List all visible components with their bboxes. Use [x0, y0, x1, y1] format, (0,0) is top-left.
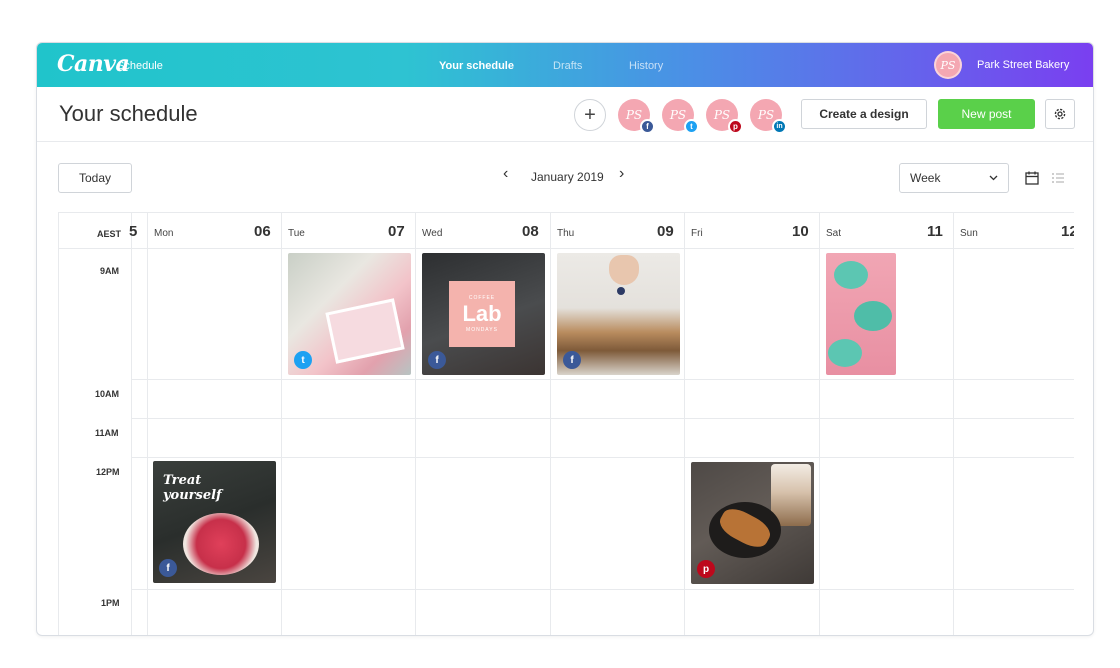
day-number-sat: 11 — [927, 223, 943, 240]
calendar-view-toggle[interactable] — [1019, 163, 1045, 193]
day-divider — [819, 213, 820, 635]
timezone-label: AEST — [97, 229, 122, 239]
day-number-mon: 06 — [254, 223, 271, 240]
day-number-partial: 5 — [129, 223, 138, 240]
time-label-12pm: 12PM — [96, 467, 120, 477]
new-post-button[interactable]: New post — [938, 99, 1035, 129]
time-label-11am: 11AM — [95, 428, 119, 438]
social-account-pinterest[interactable]: PS p — [706, 99, 743, 134]
day-divider — [684, 213, 685, 635]
nav-your-schedule[interactable]: Your schedule — [439, 60, 514, 72]
page-title: Your schedule — [59, 101, 198, 126]
list-icon — [1052, 173, 1064, 183]
post-graphic-text: Lab — [462, 301, 502, 326]
hour-divider — [131, 418, 1074, 419]
donut-image — [854, 301, 892, 331]
hour-divider — [131, 379, 1074, 380]
pinterest-icon: p — [697, 560, 715, 578]
time-label-1pm: 1PM — [101, 598, 120, 608]
gear-icon — [1054, 108, 1066, 120]
create-design-button[interactable]: Create a design — [801, 99, 927, 129]
facebook-icon: f — [159, 559, 177, 577]
hour-divider — [131, 589, 1074, 590]
app-window: Canva Schedule Your schedule Drafts Hist… — [36, 42, 1094, 636]
scheduled-post[interactable]: Treat yourself f — [153, 461, 276, 583]
day-name-wed: Wed — [422, 228, 443, 239]
social-account-facebook[interactable]: PS f — [618, 99, 655, 134]
top-nav-bar: Canva Schedule Your schedule Drafts Hist… — [37, 43, 1093, 87]
avatar-initials: PS — [669, 108, 687, 122]
day-name-fri: Fri — [691, 228, 703, 239]
day-divider — [550, 213, 551, 635]
view-range-value: Week — [910, 171, 941, 185]
social-account-twitter[interactable]: PS t — [662, 99, 699, 134]
app-subtitle: Schedule — [117, 60, 163, 72]
pinterest-icon: p — [728, 119, 743, 134]
day-divider — [147, 213, 148, 635]
avatar-initials: PS — [713, 108, 731, 122]
time-label-10am: 10AM — [95, 389, 120, 399]
gutter-divider — [131, 213, 132, 635]
social-account-linkedin[interactable]: PS in — [750, 99, 787, 134]
chevron-down-icon — [989, 175, 998, 181]
day-name-thu: Thu — [557, 228, 575, 239]
day-number-thu: 09 — [657, 223, 674, 240]
scheduled-post[interactable]: COFFEE Lab MONDAYS f — [422, 253, 545, 375]
prev-week-arrow[interactable]: ‹ — [503, 165, 508, 183]
day-name-sat: Sat — [826, 228, 842, 239]
settings-button[interactable] — [1045, 99, 1075, 129]
day-number-sun: 12 — [1061, 223, 1074, 240]
coffee-lab-graphic: COFFEE Lab MONDAYS — [449, 281, 515, 347]
donut-image — [834, 261, 868, 289]
nav-history[interactable]: History — [629, 60, 663, 72]
macaron-box-image — [325, 298, 405, 364]
day-name-tue: Tue — [288, 228, 305, 239]
day-name-mon: Mon — [154, 228, 174, 239]
raspberry-cake-image — [183, 513, 259, 575]
view-range-select[interactable]: Week — [899, 163, 1009, 193]
scheduled-post[interactable]: p — [691, 462, 814, 584]
facebook-icon: f — [640, 119, 655, 134]
page-header: Your schedule + PS f PS t PS p PS in Cre… — [37, 87, 1093, 142]
day-divider — [415, 213, 416, 635]
avatar-initials: PS — [757, 108, 775, 122]
calendar-icon — [1025, 171, 1039, 185]
facebook-icon: f — [428, 351, 446, 369]
day-name-sun: Sun — [960, 228, 978, 239]
account-avatar[interactable]: PS — [934, 51, 962, 79]
hand-image — [609, 255, 639, 285]
account-name[interactable]: Park Street Bakery — [977, 59, 1069, 71]
post-bottom-text: MONDAYS — [466, 327, 498, 333]
header-row-divider — [59, 248, 1074, 249]
current-month-label: January 2019 — [531, 170, 604, 184]
week-calendar-grid: AEST 5 Mon 06 Tue 07 Wed 08 Thu 09 Fri 1… — [58, 212, 1074, 635]
scheduled-post[interactable]: f — [557, 253, 680, 375]
list-view-toggle[interactable] — [1045, 163, 1071, 193]
day-divider — [953, 213, 954, 635]
donut-image — [828, 339, 862, 367]
blueberry-image — [617, 287, 625, 295]
day-divider — [281, 213, 282, 635]
facebook-icon: f — [563, 351, 581, 369]
hour-divider — [131, 457, 1074, 458]
avatar-initials: PS — [625, 108, 643, 122]
twitter-icon: t — [684, 119, 699, 134]
scheduled-post[interactable]: t — [288, 253, 411, 375]
linkedin-icon: in — [772, 119, 787, 134]
scheduled-post[interactable] — [826, 253, 896, 375]
today-button[interactable]: Today — [58, 163, 132, 193]
day-number-tue: 07 — [388, 223, 405, 240]
nav-drafts[interactable]: Drafts — [553, 60, 582, 72]
post-overlay-text: Treat yourself — [163, 473, 222, 503]
next-week-arrow[interactable]: › — [619, 165, 624, 183]
add-account-button[interactable]: + — [574, 99, 606, 131]
plus-icon: + — [584, 103, 596, 126]
day-number-fri: 10 — [792, 223, 809, 240]
time-label-9am: 9AM — [100, 266, 120, 276]
account-initials: PS — [940, 58, 956, 72]
twitter-icon: t — [294, 351, 312, 369]
day-number-wed: 08 — [522, 223, 539, 240]
